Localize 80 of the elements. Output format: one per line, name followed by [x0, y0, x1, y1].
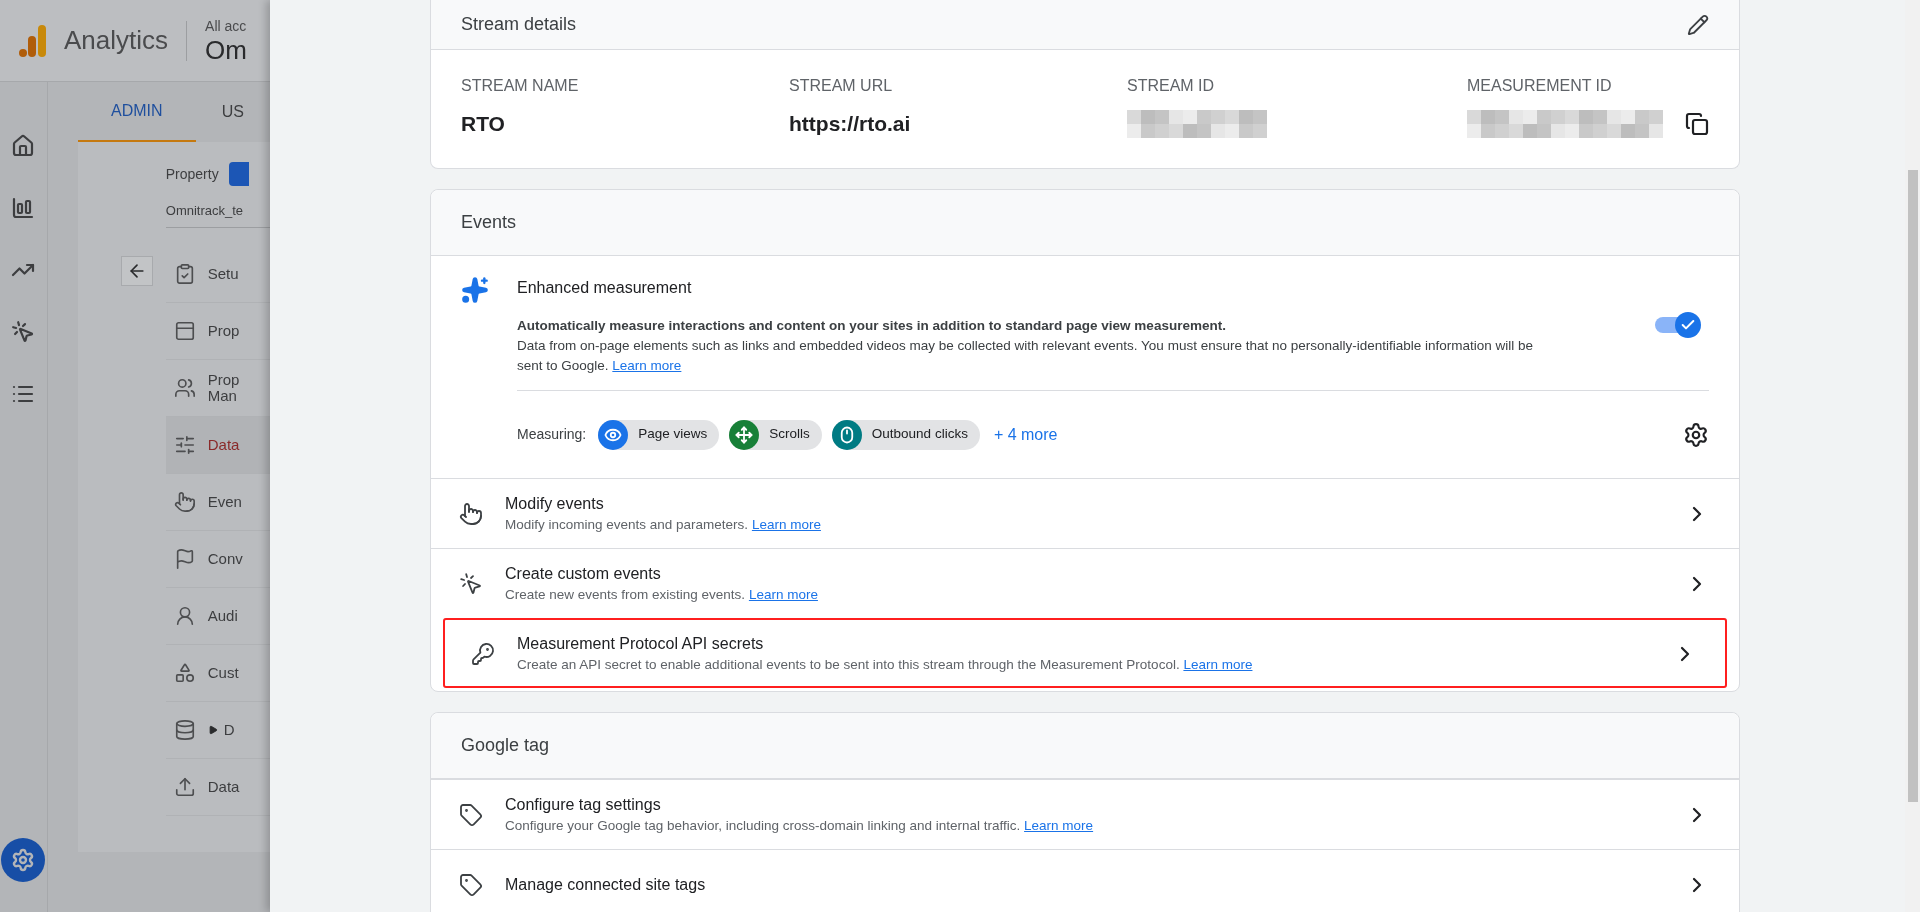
- more-link[interactable]: + 4 more: [993, 422, 1058, 447]
- nav-label: Cust: [207, 665, 239, 681]
- nav-label: Prop: [207, 323, 240, 339]
- row-icon: [459, 501, 483, 526]
- section-lead: Automatically measure interactions and content on your sites in addition to standard page view measurement.: [517, 317, 1227, 335]
- row-title: Create custom events: [505, 563, 662, 584]
- card-title: Stream details: [461, 13, 577, 36]
- learn-more-link[interactable]: Learn more: [1024, 817, 1094, 833]
- field-label: STREAM URL: [789, 76, 894, 96]
- field-label: STREAM NAME: [461, 76, 580, 96]
- learn-more-link[interactable]: Learn more: [1183, 656, 1253, 672]
- admin-nav-item[interactable]: Data: [165, 417, 270, 474]
- settings-row[interactable]: Configure tag settings Configure your Google tag behavior, including cross-domain linking and internal traffic. Learn more: [431, 779, 1739, 849]
- field-label: MEASUREMENT ID: [1467, 76, 1613, 96]
- nav-rail-icon[interactable]: [11, 196, 36, 220]
- settings-icon[interactable]: [1683, 421, 1709, 448]
- row-icon: [471, 641, 495, 666]
- nav-label: Conv: [207, 551, 243, 567]
- nav-item-icon: [173, 434, 196, 456]
- account-label: All acc: [205, 18, 247, 33]
- nav-item-icon: [173, 662, 196, 684]
- row-description: Create an API secret to enable additional events to be sent into this stream through the Measurement Protocol. Learn more: [517, 655, 1254, 674]
- nav-label: Data: [207, 437, 240, 453]
- row-title: Manage connected site tags: [505, 874, 707, 895]
- section-description: Data from on-page elements such as links and embedded videos may be collected with relevant events. You must ensure that no personally-identifiable information will be sent to Google. Learn more: [517, 337, 1535, 375]
- edit-icon[interactable]: [1687, 13, 1709, 36]
- card-title: Google tag: [461, 734, 550, 757]
- nav-label: D: [223, 722, 235, 738]
- nav-label: Setu: [207, 266, 239, 282]
- settings-row[interactable]: Create custom events Create new events from existing events. Learn more: [431, 548, 1739, 618]
- learn-more-link[interactable]: Learn more: [612, 358, 682, 373]
- property-name[interactable]: Om: [205, 36, 247, 63]
- row-icon: [459, 802, 483, 827]
- row-icon: [459, 872, 483, 897]
- learn-more-link[interactable]: Learn more: [751, 516, 821, 532]
- row-title: Modify events: [505, 493, 605, 514]
- nav-label: Data: [207, 779, 240, 795]
- nav-label: Man: [207, 388, 237, 404]
- nav-label: Prop: [207, 372, 240, 388]
- expand-triangle-icon[interactable]: [207, 725, 218, 735]
- nav-label: Audi: [207, 608, 238, 624]
- nav-rail-icon[interactable]: [11, 320, 36, 344]
- admin-tab[interactable]: US: [195, 82, 270, 142]
- settings-row[interactable]: Measurement Protocol API secrets Create an API secret to enable additional events to be sent into this stream through the Measurement Protocol. Learn more: [443, 618, 1727, 688]
- nav-label: Even: [207, 494, 242, 510]
- section-title: Enhanced measurement: [517, 278, 693, 298]
- nav-item-icon: [173, 377, 196, 399]
- app-name: Analytics: [64, 24, 169, 57]
- row-description: Configure your Google tag behavior, including cross-domain linking and internal traffic. Learn more: [505, 816, 1095, 835]
- nav-rail-icon[interactable]: [11, 134, 36, 158]
- row-icon: [459, 571, 483, 596]
- nav-item-icon: [173, 491, 196, 513]
- field-label: STREAM ID: [1127, 76, 1216, 96]
- analytics-logo-icon: [18, 22, 48, 59]
- field-value: RTO: [461, 111, 505, 138]
- row-description: Modify incoming events and parameters. Learn more: [505, 515, 822, 534]
- nav-item-icon: [173, 719, 196, 741]
- field-value: https://rto.ai: [789, 111, 911, 138]
- gear-icon: [11, 848, 36, 872]
- scrollbar-thumb[interactable]: [1908, 170, 1918, 802]
- property-chip[interactable]: [228, 162, 249, 186]
- nav-item-icon: [173, 320, 196, 342]
- measurement-chip[interactable]: Scrolls: [729, 419, 822, 450]
- nav-item-icon: [173, 776, 196, 798]
- row-title: Measurement Protocol API secrets: [517, 633, 765, 654]
- measurement-chip[interactable]: Outbound clicks: [831, 419, 980, 450]
- admin-settings-button[interactable]: [1, 838, 46, 882]
- row-title: Configure tag settings: [505, 794, 662, 815]
- property-label: Property: [165, 164, 219, 184]
- back-button[interactable]: [120, 256, 153, 286]
- card-title: Events: [461, 211, 517, 234]
- row-description: Create new events from existing events. Learn more: [505, 585, 819, 604]
- measuring-label: Measuring:: [517, 425, 587, 444]
- settings-row[interactable]: Manage connected site tags: [431, 849, 1739, 912]
- settings-row[interactable]: Modify events Modify incoming events and parameters. Learn more: [431, 478, 1739, 548]
- toggle-switch[interactable]: [1653, 312, 1701, 338]
- sparkles-icon: [461, 276, 489, 304]
- copy-icon[interactable]: [1685, 112, 1709, 136]
- learn-more-link[interactable]: Learn more: [748, 586, 818, 602]
- measurement-chip[interactable]: Page views: [598, 419, 720, 450]
